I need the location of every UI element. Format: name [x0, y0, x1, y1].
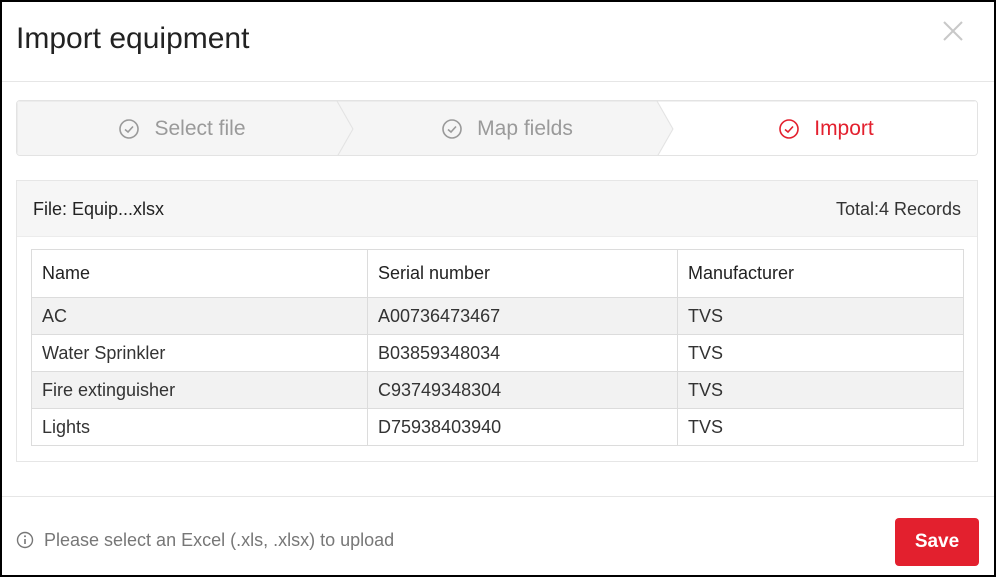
table-row: Fire extinguisher C93749348304 TVS: [31, 371, 964, 409]
dialog-header: Import equipment: [2, 2, 994, 82]
cell-manufacturer: TVS: [677, 408, 964, 446]
cell-name: Fire extinguisher: [31, 371, 368, 409]
column-header-name: Name: [31, 249, 368, 298]
save-button[interactable]: Save: [895, 518, 979, 566]
cell-serial-number: C93749348304: [367, 371, 678, 409]
cell-serial-number: A00736473467: [367, 297, 678, 335]
step-select-file[interactable]: Select file: [17, 101, 347, 155]
check-circle-icon: [119, 119, 140, 139]
table-row: Water Sprinkler B03859348034 TVS: [31, 334, 964, 372]
column-header-serial-number: Serial number: [367, 249, 678, 298]
total-records: Total:4 Records: [835, 199, 961, 219]
table-header-row: Name Serial number Manufacturer: [31, 249, 964, 298]
cell-name: AC: [31, 297, 368, 335]
cell-name: Water Sprinkler: [31, 334, 368, 372]
cell-manufacturer: TVS: [677, 334, 964, 372]
upload-hint: Please select an Excel (.xls, .xlsx) to …: [44, 530, 395, 550]
cell-serial-number: B03859348034: [367, 334, 678, 372]
step-label: Import: [814, 117, 874, 140]
preview-panel: File: Equip...xlsx Total:4 Records Name …: [16, 180, 978, 462]
info-icon: [16, 531, 34, 549]
file-name: File: Equip...xlsx: [33, 199, 165, 219]
cell-manufacturer: TVS: [677, 297, 964, 335]
column-header-manufacturer: Manufacturer: [677, 249, 964, 298]
panel-header: File: Equip...xlsx Total:4 Records: [17, 181, 977, 237]
cell-manufacturer: TVS: [677, 371, 964, 409]
records-table: Name Serial number Manufacturer AC A0073…: [31, 249, 964, 446]
import-equipment-dialog: Import equipment Select file Map fields …: [0, 0, 996, 577]
step-map-fields[interactable]: Map fields: [347, 101, 667, 155]
check-circle-icon: [442, 119, 462, 139]
close-icon: [943, 21, 963, 41]
step-label: Map fields: [477, 117, 573, 140]
dialog-title: Import equipment: [16, 22, 250, 55]
dialog-footer: Please select an Excel (.xls, .xlsx) to …: [2, 496, 994, 577]
step-label: Select file: [154, 117, 246, 140]
table-row: AC A00736473467 TVS: [31, 297, 964, 335]
check-circle-icon: [779, 119, 800, 139]
step-import[interactable]: Import: [673, 101, 977, 155]
close-button[interactable]: [940, 18, 966, 44]
table-row: Lights D75938403940 TVS: [31, 408, 964, 446]
cell-serial-number: D75938403940: [367, 408, 678, 446]
cell-name: Lights: [31, 408, 368, 446]
import-stepper: Select file Map fields Import: [16, 100, 978, 156]
